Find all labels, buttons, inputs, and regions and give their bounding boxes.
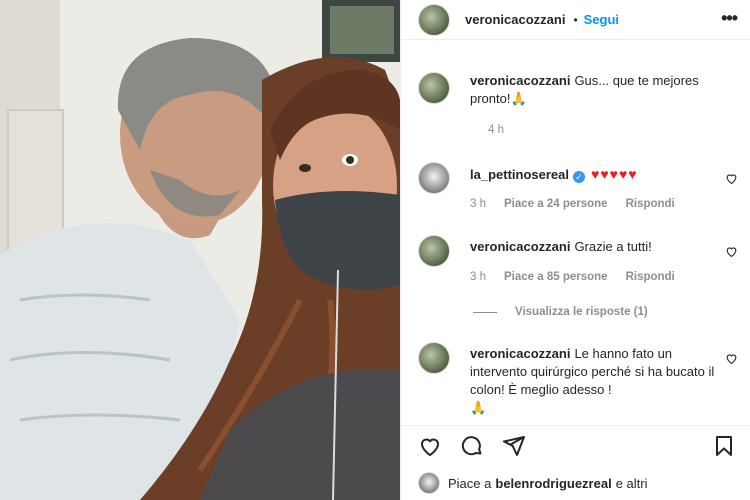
comment-like-icon[interactable] bbox=[725, 245, 738, 258]
avatar[interactable] bbox=[418, 3, 450, 36]
comment-meta: 3 h Piace a 85 persone Rispondi bbox=[470, 271, 693, 283]
comment-username[interactable]: la_pettinosereal bbox=[470, 167, 569, 182]
author-username[interactable]: veronicacozzani bbox=[465, 12, 565, 27]
avatar[interactable] bbox=[418, 235, 450, 267]
verified-badge-icon: ✓ bbox=[573, 171, 585, 183]
view-replies-label: Visualizza le risposte (1) bbox=[515, 306, 648, 318]
liker-username[interactable]: belenrodriguezreal bbox=[495, 476, 611, 491]
comment-text: veronicacozzani Grazie a tutti! bbox=[470, 238, 730, 256]
more-options-icon[interactable]: ••• bbox=[721, 8, 738, 29]
comment-icon[interactable] bbox=[460, 434, 484, 458]
comment-time: 3 h bbox=[470, 198, 486, 210]
divider-line bbox=[473, 311, 497, 313]
hearts-emoji: ♥♥♥♥♥ bbox=[591, 166, 638, 182]
follow-button[interactable]: Segui bbox=[584, 12, 619, 27]
view-replies-button[interactable]: Visualizza le risposte (1) bbox=[473, 306, 648, 318]
avatar[interactable] bbox=[418, 342, 450, 374]
post-photo bbox=[0, 0, 400, 500]
post-side-panel: veronicacozzani • Segui ••• veronicacozz… bbox=[400, 0, 750, 500]
comment-time: 4 h bbox=[488, 124, 504, 136]
comment-like-icon[interactable] bbox=[725, 352, 738, 365]
reply-button[interactable]: Rispondi bbox=[626, 271, 675, 283]
comments-list[interactable]: veronicacozzani Gus... que te mejores pro… bbox=[401, 40, 750, 425]
comment-likes-link[interactable]: Piace a 85 persone bbox=[504, 271, 608, 283]
comment-body: Grazie a tutti! bbox=[574, 239, 652, 254]
avatar bbox=[418, 472, 440, 494]
heart-icon[interactable] bbox=[418, 434, 442, 458]
comment-meta: 4 h bbox=[488, 124, 522, 136]
reply-button[interactable]: Rispondi bbox=[626, 198, 675, 210]
avatar[interactable] bbox=[418, 162, 450, 194]
share-icon[interactable] bbox=[502, 434, 526, 458]
comment-username[interactable]: veronicacozzani bbox=[470, 239, 570, 254]
likes-suffix[interactable]: e altri bbox=[616, 476, 648, 491]
comment-text: veronicacozzani Gus... que te mejores pro… bbox=[470, 72, 730, 108]
bookmark-icon[interactable] bbox=[712, 434, 736, 458]
comment-time: 3 h bbox=[470, 271, 486, 283]
comment-text: la_pettinosereal ✓ ♥♥♥♥♥ bbox=[470, 165, 730, 184]
likes-summary[interactable]: Piace a belenrodriguezreal e altri bbox=[418, 472, 647, 494]
comment-text: veronicacozzani Le hanno fato un interven… bbox=[470, 345, 730, 417]
comment-meta: 3 h Piace a 24 persone Rispondi bbox=[470, 198, 693, 210]
separator-dot: • bbox=[573, 12, 578, 27]
comment-username[interactable]: veronicacozzani bbox=[470, 346, 570, 361]
comment-username[interactable]: veronicacozzani bbox=[470, 73, 570, 88]
pray-emoji: 🙏 bbox=[470, 400, 487, 415]
avatar[interactable] bbox=[418, 72, 450, 104]
comment-likes-link[interactable]: Piace a 24 persone bbox=[504, 198, 608, 210]
pray-emoji: 🙏 bbox=[510, 91, 527, 106]
likes-prefix: Piace a bbox=[448, 475, 492, 491]
action-bar bbox=[401, 425, 750, 463]
comment-like-icon[interactable] bbox=[725, 172, 738, 185]
post-header: veronicacozzani • Segui ••• bbox=[401, 0, 750, 40]
